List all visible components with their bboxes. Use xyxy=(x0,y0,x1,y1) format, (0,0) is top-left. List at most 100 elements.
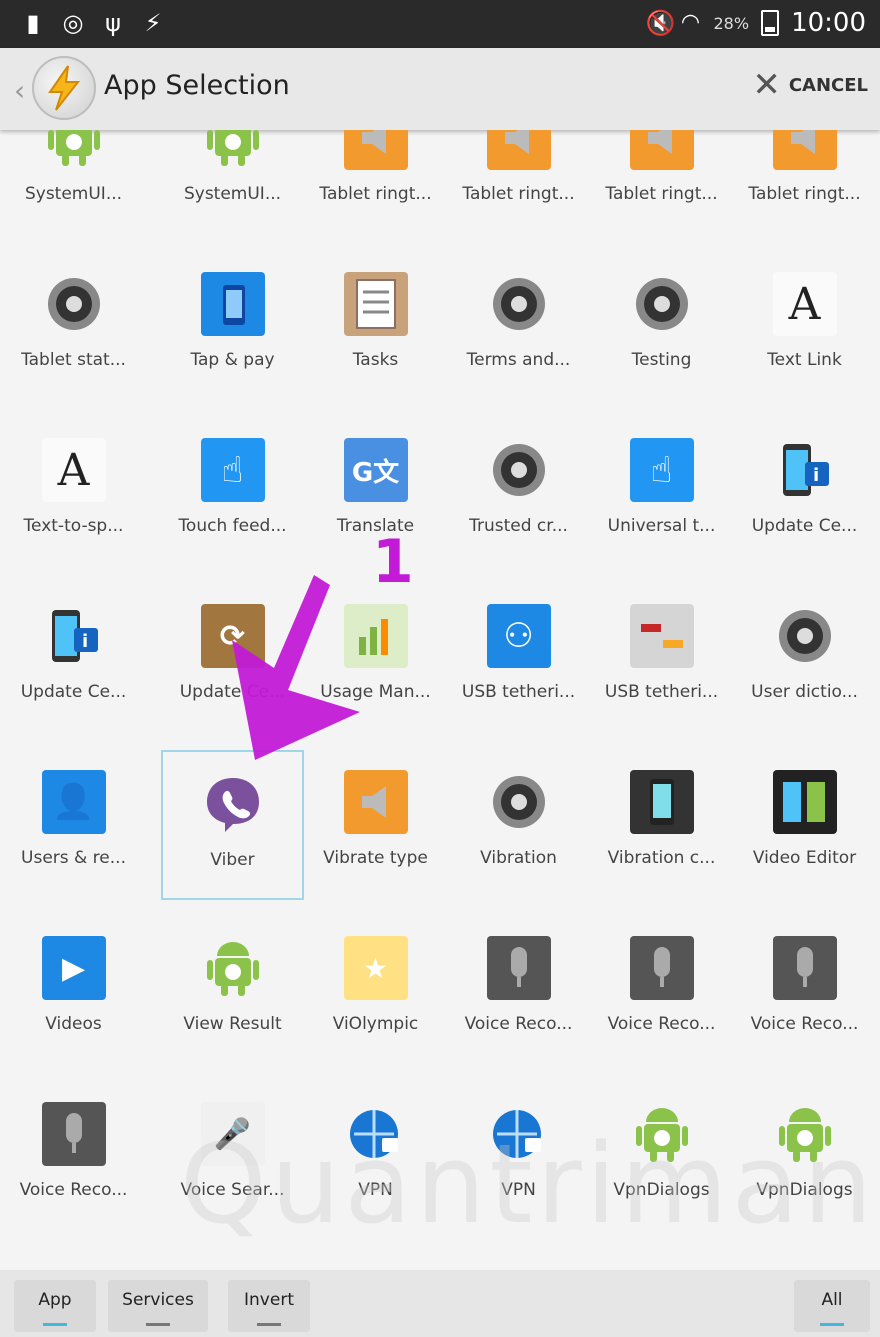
services-filter-button[interactable]: Services xyxy=(108,1280,208,1332)
app-item[interactable]: Testing xyxy=(590,252,733,402)
app-item-label: Video Editor xyxy=(752,848,857,868)
app-item[interactable]: ☝ Universal t... xyxy=(590,418,733,568)
app-item[interactable]: VPN xyxy=(304,1082,447,1232)
all-button[interactable]: All xyxy=(794,1280,870,1332)
app-item[interactable]: SystemUI... xyxy=(161,130,304,236)
invert-label: Invert xyxy=(244,1290,294,1310)
app-item-label: Text-to-sp... xyxy=(23,516,124,536)
app-item[interactable]: Tap & pay xyxy=(161,252,304,402)
app-item[interactable]: i Update Ce... xyxy=(733,418,876,568)
app-item[interactable]: Usage Man... xyxy=(304,584,447,734)
app-item[interactable]: User dictio... xyxy=(733,584,876,734)
invert-indicator xyxy=(257,1323,281,1326)
app-item[interactable]: Viber xyxy=(161,750,304,900)
gear-icon xyxy=(42,272,106,336)
app-item-label: Vibration xyxy=(480,848,557,868)
app-item[interactable]: Terms and... xyxy=(447,252,590,402)
app-item[interactable]: VPN xyxy=(447,1082,590,1232)
app-item-label: Touch feed... xyxy=(178,516,287,536)
app-item[interactable]: View Result xyxy=(161,916,304,1066)
app-item[interactable]: Video Editor xyxy=(733,750,876,900)
app-item-label: Tablet ringt... xyxy=(462,184,575,204)
bottom-bar: App Services Invert All xyxy=(0,1270,880,1337)
app-item[interactable]: Tasks xyxy=(304,252,447,402)
app-item[interactable]: G文 Translate xyxy=(304,418,447,568)
page-title: App Selection xyxy=(104,70,290,101)
back-chevron-icon[interactable]: ‹ xyxy=(14,74,25,107)
viber-icon xyxy=(201,772,265,836)
app-item-label: VPN xyxy=(501,1180,536,1200)
app-item[interactable]: i Update Ce... xyxy=(2,584,145,734)
action-bar: ‹ App Selection ✕ CANCEL xyxy=(0,48,880,130)
app-item[interactable]: Tablet ringt... xyxy=(304,130,447,236)
app-item[interactable]: Tablet ringt... xyxy=(447,130,590,236)
app-item[interactable]: A Text-to-sp... xyxy=(2,418,145,568)
app-item-label: Universal t... xyxy=(607,516,716,536)
app-item[interactable]: Voice Reco... xyxy=(2,1082,145,1232)
services-filter-indicator xyxy=(146,1323,170,1326)
app-item-label: Videos xyxy=(45,1014,102,1034)
gear-icon xyxy=(630,272,694,336)
microphone-icon xyxy=(486,936,551,1000)
app-item[interactable]: ☝ Touch feed... xyxy=(161,418,304,568)
film-strip-icon xyxy=(772,770,837,834)
app-item[interactable]: VpnDialogs xyxy=(733,1082,876,1232)
app-item[interactable]: A Text Link xyxy=(733,252,876,402)
all-indicator xyxy=(820,1323,844,1326)
app-item[interactable]: 🎤 Voice Sear... xyxy=(161,1082,304,1232)
app-item-label: Voice Reco... xyxy=(750,1014,859,1034)
speaker-icon xyxy=(343,130,408,170)
app-item-label: Translate xyxy=(336,516,415,536)
app-item-label: Usage Man... xyxy=(320,682,431,702)
phone-update-icon: i xyxy=(773,438,837,502)
voice-search-icon: 🎤 xyxy=(200,1102,265,1166)
app-item-label: VpnDialogs xyxy=(613,1180,710,1200)
app-item[interactable]: 👤 Users & re... xyxy=(2,750,145,900)
app-item[interactable]: Vibration xyxy=(447,750,590,900)
nfc-phone-icon xyxy=(200,272,265,336)
vpn-globe-icon xyxy=(344,1102,408,1166)
app-item[interactable]: Tablet ringt... xyxy=(590,130,733,236)
app-item[interactable]: Voice Reco... xyxy=(590,916,733,1066)
services-filter-label: Services xyxy=(122,1290,194,1310)
app-grid: SystemUI... SystemUI... Tablet ringt... Tab… xyxy=(0,130,880,1270)
app-item-label: USB tetheri... xyxy=(461,682,576,702)
app-filter-button[interactable]: App xyxy=(14,1280,96,1332)
battery-icon xyxy=(761,10,780,36)
app-item[interactable]: Vibration c... xyxy=(590,750,733,900)
app-item-label: Trusted cr... xyxy=(469,516,568,536)
app-item[interactable]: Tablet stat... xyxy=(2,252,145,402)
app-item-label: Voice Reco... xyxy=(19,1180,128,1200)
usb-icon: ψ xyxy=(105,9,121,37)
app-item[interactable]: SystemUI... xyxy=(2,130,145,236)
invert-button[interactable]: Invert xyxy=(228,1280,310,1332)
clock: 10:00 xyxy=(791,8,866,38)
app-item[interactable]: Voice Reco... xyxy=(733,916,876,1066)
android-icon xyxy=(630,1102,694,1166)
android-icon xyxy=(201,936,265,1000)
app-item[interactable]: VpnDialogs xyxy=(590,1082,733,1232)
app-item[interactable]: Tablet ringt... xyxy=(733,130,876,236)
app-item-label: Tablet ringt... xyxy=(605,184,718,204)
microphone-icon xyxy=(41,1102,106,1166)
speaker-icon xyxy=(629,130,694,170)
app-item[interactable]: USB tetheri... xyxy=(590,584,733,734)
app-item[interactable]: ▶ Videos xyxy=(2,916,145,1066)
app-item-label: SystemUI... xyxy=(24,184,123,204)
all-label: All xyxy=(821,1290,843,1310)
app-item-label: Update Ce... xyxy=(751,516,858,536)
touch-hand-icon: ☝ xyxy=(629,438,694,502)
app-item-label: View Result xyxy=(183,1014,282,1034)
app-item[interactable]: ⟳ Update Ce... xyxy=(161,584,304,734)
app-item-label: VPN xyxy=(358,1180,393,1200)
app-item[interactable]: Trusted cr... xyxy=(447,418,590,568)
app-filter-label: App xyxy=(38,1290,72,1310)
app-item[interactable]: ★ ViOlympic xyxy=(304,916,447,1066)
tasker-logo-icon[interactable] xyxy=(32,56,96,120)
phone-update-icon: i xyxy=(42,604,106,668)
usb-icon: ⚇ xyxy=(486,604,551,668)
cancel-button[interactable]: ✕ CANCEL xyxy=(752,68,868,102)
app-item[interactable]: Vibrate type xyxy=(304,750,447,900)
app-item[interactable]: ⚇ USB tetheri... xyxy=(447,584,590,734)
app-item[interactable]: Voice Reco... xyxy=(447,916,590,1066)
